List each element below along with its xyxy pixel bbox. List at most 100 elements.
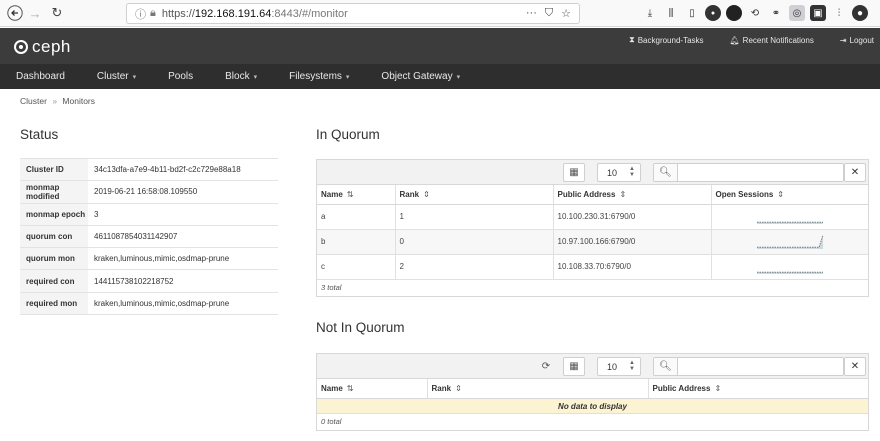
status-key: monmap modified <box>20 180 88 204</box>
search-box: 🔍︎ <box>653 357 844 376</box>
page-size-stepper[interactable]: 10 ▲ ▼ <box>597 163 641 182</box>
status-key: monmap epoch <box>20 203 88 226</box>
nav-object-gateway[interactable]: Object Gateway ▾ <box>381 71 460 82</box>
nav-cluster[interactable]: Cluster ▾ <box>97 71 136 82</box>
lock-icon[interactable]: 🔒︎ <box>150 7 156 20</box>
in-quorum-title: In Quorum <box>316 127 380 142</box>
sessions-sparkline <box>756 271 823 274</box>
col-public-address[interactable]: Public Address ⇕ <box>648 379 868 399</box>
status-value: 4611087854031142907 <box>88 225 278 249</box>
background-tasks-link[interactable]: ⧗ Background-Tasks <box>629 35 703 45</box>
status-key: quorum con <box>20 225 88 249</box>
refresh-icon[interactable]: ⟳ <box>535 357 557 376</box>
status-row: required con 144115738102218752 <box>20 269 278 293</box>
status-row: Cluster ID 34c13dfa-a7e9-4b11-bd2f-c2c729… <box>20 157 278 182</box>
hourglass-icon: ⧗ <box>629 35 635 44</box>
status-value: 34c13dfa-a7e9-4b11-bd2f-c2c729e88a18 <box>88 157 278 182</box>
status-row: required mon kraken,luminous,mimic,osdmap… <box>20 292 278 316</box>
table-row[interactable]: a 1 10.100.230.31:6790/0 <box>317 204 868 230</box>
search-icon: 🔍︎ <box>654 164 678 181</box>
address-bar[interactable]: ⓘ 🔒︎ https://192.168.191.64:8443/#/monit… <box>126 3 580 24</box>
breadcrumb-cluster[interactable]: Cluster <box>20 96 47 106</box>
sessions-sparkline <box>756 234 823 249</box>
ceph-logo[interactable]: ceph <box>14 37 71 57</box>
col-rank[interactable]: Rank ⇕ <box>427 379 649 399</box>
extension-abp-icon[interactable]: ● <box>705 5 721 21</box>
page-size-stepper[interactable]: 10 ▲ ▼ <box>597 357 641 376</box>
reload-icon[interactable]: ↻ <box>48 4 66 22</box>
search-input[interactable] <box>678 164 843 181</box>
extension-bars-icon[interactable]: ⫶ <box>831 5 847 21</box>
nav-dashboard[interactable]: Dashboard <box>16 71 65 82</box>
table-row[interactable]: b 0 10.97.100.166:6790/0 <box>317 229 868 255</box>
status-key: required con <box>20 269 88 293</box>
column-toggle-icon[interactable]: ▦ <box>563 357 585 376</box>
extension-sync-icon[interactable]: ⟲ <box>747 5 763 21</box>
url-scheme: https:// <box>161 7 195 20</box>
url-host: 192.168.191.64 <box>194 7 272 20</box>
status-value: kraken,luminous,mimic,osdmap-prune <box>88 292 278 316</box>
sort-alpha-icon: ⇅ <box>346 189 354 199</box>
browser-toolbar: → ↻ ⓘ 🔒︎ https://192.168.191.64:8443/#/m… <box>0 0 880 27</box>
ceph-logo-icon <box>14 40 28 54</box>
in-quorum-table: ▦ 10 ▲ ▼ 🔍︎ ✕ Name ⇅ Rank ⇕ Public Address ⇕… <box>316 159 869 297</box>
info-icon[interactable]: ⓘ <box>135 6 146 22</box>
nav-pools[interactable]: Pools <box>168 71 193 82</box>
cell-name: a <box>317 204 396 230</box>
not-in-quorum-title: Not In Quorum <box>316 320 405 335</box>
caret-down-icon: ▾ <box>253 73 258 81</box>
caret-down-icon: ▾ <box>132 73 137 81</box>
status-value: 3 <box>88 203 278 226</box>
search-icon: 🔍︎ <box>654 358 678 375</box>
cell-open-sessions <box>711 229 868 255</box>
logo-text: ceph <box>32 37 71 56</box>
extension-dark-icon[interactable] <box>726 5 742 21</box>
sort-icon: ⇕ <box>619 189 627 199</box>
cell-rank: 0 <box>395 229 554 255</box>
clear-search-icon[interactable]: ✕ <box>844 357 866 376</box>
bookmark-star-icon[interactable]: ☆ <box>561 7 571 20</box>
caret-down-icon: ▾ <box>345 73 350 81</box>
search-box: 🔍︎ <box>653 163 844 182</box>
extension-link-icon[interactable]: ⚭ <box>768 5 784 21</box>
not-in-quorum-count: 0 total <box>321 417 342 426</box>
cell-open-sessions <box>711 204 868 230</box>
nav-block[interactable]: Block ▾ <box>225 71 257 82</box>
back-icon[interactable] <box>6 4 24 22</box>
library-icon[interactable]: ⫼ <box>663 5 679 21</box>
clear-search-icon[interactable]: ✕ <box>844 163 866 182</box>
status-value: kraken,luminous,mimic,osdmap-prune <box>88 247 278 271</box>
cell-open-sessions <box>711 254 868 280</box>
search-input[interactable] <box>678 358 843 375</box>
pocket-icon[interactable]: ⛉ <box>545 7 553 20</box>
cell-public-address: 10.108.33.70:6790/0 <box>553 254 712 280</box>
notifications-link[interactable]: 🔔︎ Recent Notifications <box>730 35 814 45</box>
forward-icon[interactable]: → <box>26 4 44 22</box>
cell-public-address: 10.100.230.31:6790/0 <box>553 204 712 230</box>
account-icon[interactable]: ● <box>852 5 868 21</box>
nav-filesystems[interactable]: Filesystems ▾ <box>289 71 349 82</box>
col-rank[interactable]: Rank ⇕ <box>395 185 554 205</box>
download-icon[interactable]: ⤓ <box>642 5 658 21</box>
logout-link[interactable]: ⇥ Logout <box>840 35 874 45</box>
status-value: 2019-06-21 16:58:08.109550 <box>88 180 278 204</box>
status-table: Cluster ID 34c13dfa-a7e9-4b11-bd2f-c2c729… <box>20 157 278 316</box>
col-public-address[interactable]: Public Address ⇕ <box>553 185 712 205</box>
col-name[interactable]: Name ⇅ <box>317 185 396 205</box>
status-value: 144115738102218752 <box>88 269 278 293</box>
extension-active-icon[interactable]: ◎ <box>789 5 805 21</box>
sessions-sparkline <box>756 221 823 224</box>
sidebar-icon[interactable]: ▯ <box>684 5 700 21</box>
page-actions-icon[interactable]: ··· <box>526 7 537 20</box>
column-toggle-icon[interactable]: ▦ <box>563 163 585 182</box>
bell-icon: 🔔︎ <box>729 35 740 45</box>
sort-alpha-icon: ⇅ <box>346 383 354 393</box>
table-row[interactable]: c 2 10.108.33.70:6790/0 <box>317 254 868 280</box>
col-open-sessions[interactable]: Open Sessions ⇕ <box>711 185 868 205</box>
extension-box-icon[interactable]: ▣ <box>810 5 826 21</box>
sort-icon: ⇕ <box>455 383 462 393</box>
status-row: monmap modified 2019-06-21 16:58:08.10955… <box>20 180 278 204</box>
empty-table-message: No data to display <box>317 398 868 414</box>
col-name[interactable]: Name ⇅ <box>317 379 428 399</box>
breadcrumb: Cluster » Monitors <box>20 96 95 106</box>
